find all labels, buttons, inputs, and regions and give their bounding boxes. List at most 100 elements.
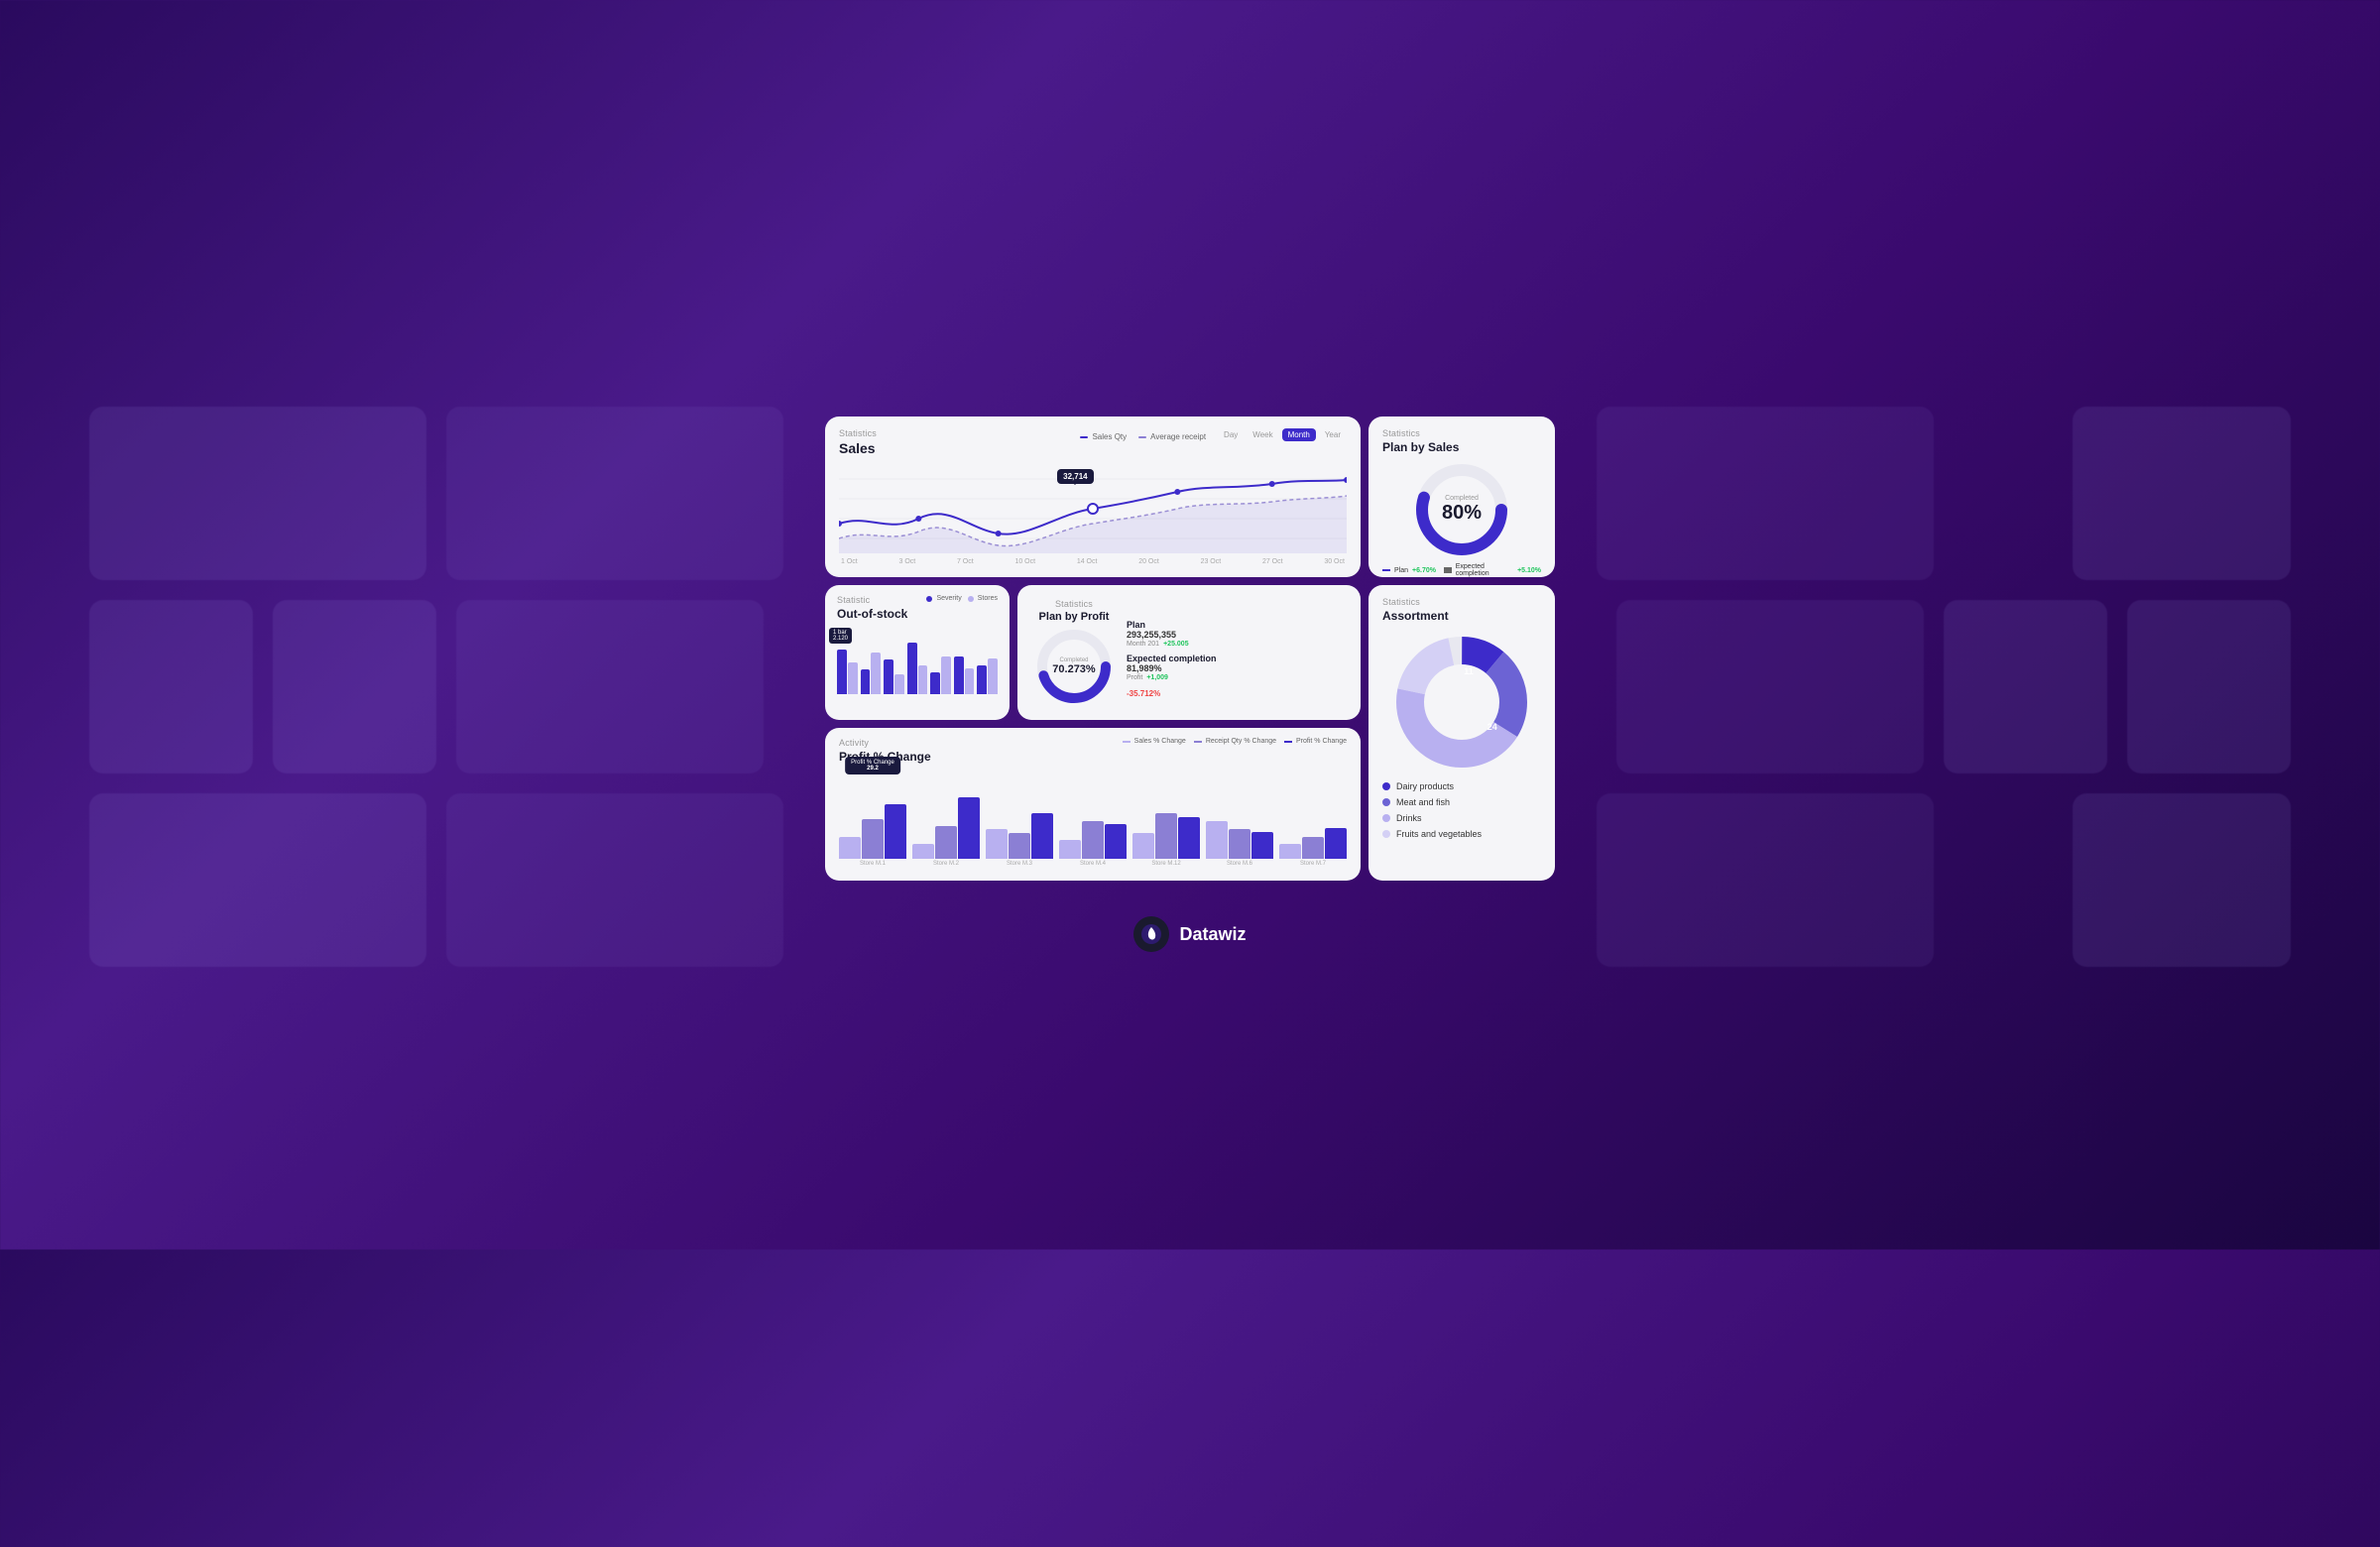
pb-3-1 (1082, 821, 1104, 859)
x-label-8: 27 Oct (1262, 558, 1283, 565)
dairy-dot (1382, 782, 1390, 790)
oos-bar-stores-0 (848, 662, 858, 694)
profit-x-1: Store M.2 (933, 861, 959, 867)
oos-bar-stores-2 (894, 674, 904, 694)
profit-bars-2 (986, 784, 1053, 859)
stores-dot (968, 596, 974, 602)
pb-2-0 (986, 829, 1008, 859)
pb-5-1 (1229, 829, 1250, 859)
profit-legend-profit: Profit % Change (1284, 738, 1347, 745)
profit-bar-group-2: Store M.3 (986, 784, 1053, 867)
right-column: Statistics Plan by Sales Completed (1368, 416, 1555, 881)
pb-4-1 (1155, 813, 1177, 859)
sales-chart: 32,714 (839, 464, 1347, 553)
plan-sales-title: Plan by Sales (1382, 440, 1541, 454)
plan-section: Plan 293,255,355 Month 201 +25.005 (1127, 620, 1349, 648)
oos-bar-4 (930, 656, 951, 694)
profit-bar-group-3: Store M.4 (1059, 784, 1127, 867)
profit-bars-5 (1206, 784, 1273, 859)
plan-sales-center: Completed 80% (1442, 495, 1482, 525)
assortment-donut-area: 11 24 (1382, 633, 1541, 772)
x-label-7: 23 Oct (1201, 558, 1222, 565)
receipt-change-dot (1194, 741, 1202, 743)
plan-sales-donut: Completed 80% (1412, 460, 1511, 559)
brand-name: Datawiz (1179, 924, 1246, 945)
sales-legend-receipt: Average receipt (1138, 432, 1206, 441)
x-label-9: 30 Oct (1324, 558, 1345, 565)
legend-dairy: Dairy products (1382, 781, 1541, 791)
assortment-legend: Dairy products Meat and fish Drinks (1382, 781, 1541, 839)
sales-legend-qty: Sales Qty (1080, 432, 1127, 441)
meat-dot (1382, 798, 1390, 806)
profit-change-dot (1284, 741, 1292, 743)
brand-logo (1133, 916, 1169, 952)
tab-year[interactable]: Year (1319, 428, 1347, 441)
out-of-stock-card: Statistic Out-of-stock Severity (825, 585, 1010, 720)
pb-2-1 (1009, 833, 1030, 859)
oos-header: Statistic Out-of-stock Severity (837, 595, 998, 621)
profit-x-2: Store M.3 (1007, 861, 1032, 867)
tab-month[interactable]: Month (1282, 428, 1316, 441)
oos-bar-severity-6 (977, 665, 987, 694)
oos-bar-severity-1 (861, 669, 871, 694)
oos-bar-2 (884, 659, 904, 694)
profit-chart-area: Profit % Change 29.2 Store M.1 (839, 768, 1347, 867)
fruits-dot (1382, 830, 1390, 838)
sales-x-axis: 1 Oct 3 Oct 7 Oct 10 Oct 14 Oct 20 Oct 2… (839, 558, 1347, 565)
profit-label: Activity (839, 738, 931, 748)
plan-indicator: Plan +6.70% (1382, 563, 1436, 577)
profit-bar-group-1: Store M.2 (912, 784, 980, 867)
sales-tooltip: 32,714 (1057, 469, 1093, 484)
oos-bar-0: 1 bar 2.120 (837, 650, 858, 694)
profit-x-6: Store M.7 (1300, 861, 1326, 867)
profit-header: Activity Profit % Change Sales % Change … (839, 738, 1347, 764)
pb-0-2 (885, 804, 906, 859)
profit-bars-4 (1132, 784, 1200, 859)
severity-dot (926, 596, 932, 602)
profit-x-3: Store M.4 (1080, 861, 1106, 867)
profit-x-5: Store M.6 (1227, 861, 1252, 867)
sales-tabs: Day Week Month Year (1218, 428, 1347, 441)
pb-3-0 (1059, 840, 1081, 859)
plan-by-profit-card: Statistics Plan by Profit Completed (1017, 585, 1361, 720)
pb-3-2 (1105, 824, 1127, 859)
x-label-1: 1 Oct (841, 558, 858, 565)
profit-change-card: Activity Profit % Change Sales % Change … (825, 728, 1361, 881)
oos-bar-1 (861, 653, 882, 694)
pb-4-2 (1178, 817, 1200, 859)
x-label-2: 3 Oct (898, 558, 915, 565)
oos-bar-severity-3 (907, 643, 917, 694)
plan-by-sales-card: Statistics Plan by Sales Completed (1368, 416, 1555, 577)
pb-1-0 (912, 844, 934, 859)
plan-profit-label: Statistics (1055, 599, 1093, 609)
row2: Statistic Out-of-stock Severity (825, 585, 1361, 720)
x-label-3: 7 Oct (957, 558, 974, 565)
profit-legend: Sales % Change Receipt Qty % Change Prof… (1123, 738, 1347, 745)
pb-0-1 (862, 819, 884, 859)
tab-week[interactable]: Week (1247, 428, 1278, 441)
assortment-donut-svg (1392, 633, 1531, 772)
plan-profit-content: Statistics Plan by Profit Completed (1029, 595, 1349, 710)
x-label-5: 14 Oct (1077, 558, 1098, 565)
sales-card-title: Sales (839, 440, 1080, 456)
oos-bar-stores-5 (965, 668, 975, 694)
meat-pct: 24 (1488, 722, 1497, 732)
oos-bar-stores-6 (988, 658, 998, 694)
profit-bars-0 (839, 784, 906, 859)
x-label-4: 10 Oct (1014, 558, 1035, 565)
branding-area: Datawiz (1133, 916, 1246, 952)
plan-profit-donut-label: Completed 70.273% (1052, 657, 1095, 675)
oos-bar-severity-0 (837, 650, 847, 694)
pb-6-0 (1279, 844, 1301, 859)
sales-card-info: Statistics Sales (839, 428, 1080, 456)
profit-legend-sales: Sales % Change (1123, 738, 1186, 745)
plan-sales-info: Statistics Plan by Sales (1382, 428, 1541, 454)
pb-1-2 (958, 797, 980, 859)
oos-bar-6 (977, 658, 998, 694)
tab-day[interactable]: Day (1218, 428, 1244, 441)
oos-legend: Severity Stores (926, 595, 998, 602)
assortment-info: Statistics Assortment (1382, 597, 1541, 623)
plan-profit-title: Plan by Profit (1039, 611, 1110, 623)
oos-tooltip: 1 bar 2.120 (829, 628, 852, 644)
sales-legend: Sales Qty Average receipt (1080, 432, 1206, 441)
